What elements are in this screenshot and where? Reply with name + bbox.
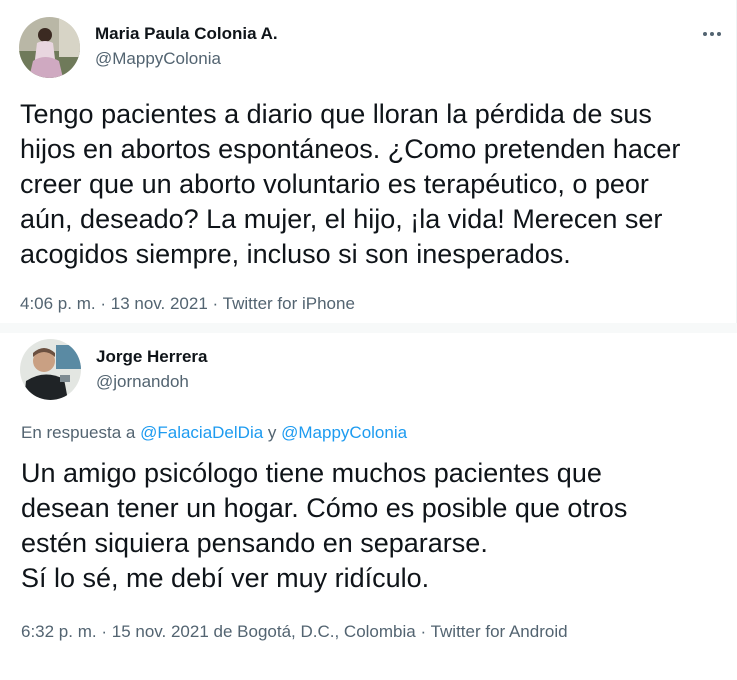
reply-context: En respuesta a @FalaciaDelDia y @MappyCo…	[21, 423, 407, 443]
tweet-metadata: 4:06 p. m. · 13 nov. 2021 · Twitter for …	[20, 294, 355, 314]
avatar-photo-icon	[19, 17, 80, 78]
tweet-source[interactable]: Twitter for Android	[431, 622, 568, 641]
more-horizontal-icon	[703, 32, 721, 36]
tweet-text: Tengo pacientes a diario que lloran la p…	[20, 99, 681, 269]
author-name[interactable]: Jorge Herrera	[96, 347, 208, 367]
reply-and: y	[267, 423, 277, 442]
tweet-card-reply: Jorge Herrera @jornandoh En respuesta a …	[0, 333, 737, 680]
mention-link[interactable]: @MappyColonia	[281, 423, 407, 442]
tweet-metadata: 6:32 p. m. · 15 nov. 2021 de Bogotá, D.C…	[21, 622, 568, 642]
tweet-date-location[interactable]: 15 nov. 2021 de Bogotá, D.C., Colombia	[112, 622, 416, 641]
author-name[interactable]: Maria Paula Colonia A.	[95, 24, 278, 44]
tweet-source[interactable]: Twitter for iPhone	[223, 294, 355, 313]
author-handle[interactable]: @MappyColonia	[95, 49, 221, 69]
separator: ·	[212, 294, 219, 313]
tweet-date[interactable]: 13 nov. 2021	[111, 294, 208, 313]
tweet-card-main: Maria Paula Colonia A. @MappyColonia Ten…	[0, 0, 737, 323]
avatar[interactable]	[19, 17, 80, 78]
avatar[interactable]	[20, 339, 81, 400]
avatar-photo-icon	[20, 339, 81, 400]
separator: ·	[101, 622, 108, 641]
tweet-text: Un amigo psicólogo tiene muchos paciente…	[21, 458, 628, 593]
reply-prefix: En respuesta a	[21, 423, 136, 442]
author-handle[interactable]: @jornandoh	[96, 372, 189, 392]
tweet-time[interactable]: 4:06 p. m.	[20, 294, 96, 313]
more-options-button[interactable]	[698, 20, 726, 48]
tweet-time[interactable]: 6:32 p. m.	[21, 622, 97, 641]
separator: ·	[420, 622, 427, 641]
separator: ·	[100, 294, 107, 313]
mention-link[interactable]: @FalaciaDelDia	[140, 423, 263, 442]
